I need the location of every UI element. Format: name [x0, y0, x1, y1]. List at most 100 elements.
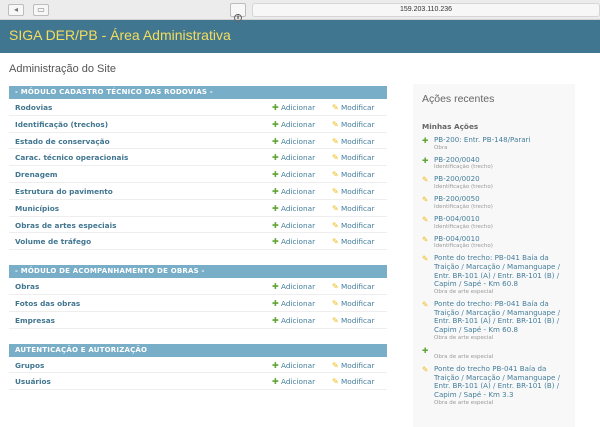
plus-icon: ✚	[272, 119, 279, 129]
model-link[interactable]: Drenagem	[15, 170, 58, 179]
add-link[interactable]: ✚ Adicionar	[272, 282, 315, 291]
model-link[interactable]: Usuários	[15, 377, 51, 386]
add-link[interactable]: ✚ Adicionar	[272, 137, 315, 146]
model-link[interactable]: Identificação (trechos)	[15, 120, 108, 129]
change-link[interactable]: ✎ Modificar	[332, 221, 375, 230]
site-header: SIGA DER/PB - Área Administrativa	[0, 20, 600, 53]
change-link[interactable]: ✎ Modificar	[332, 153, 375, 162]
recent-action-link[interactable]: Ponte do trecho PB-041 Baía da Traição /…	[434, 364, 566, 400]
app-list: - MÓDULO CADASTRO TÉCNICO DAS RODOVIAS -…	[9, 86, 387, 405]
recent-action-link[interactable]: PB-200/0040	[434, 155, 566, 165]
module-caption[interactable]: AUTENTICAÇÃO E AUTORIZAÇÃO	[9, 343, 387, 357]
recent-action-item: ✚ Obra de arte especial	[422, 346, 566, 361]
change-link[interactable]: ✎ Modificar	[332, 237, 375, 246]
pencil-icon: ✎	[422, 364, 429, 374]
model-link[interactable]: Carac. técnico operacionais	[15, 153, 128, 162]
site-title[interactable]: SIGA DER/PB - Área Administrativa	[9, 20, 600, 51]
recent-action-type: Identificação (trecho)	[434, 203, 493, 210]
model-row: Volume de tráfego ✚ Adicionar ✎ Modificar	[9, 233, 387, 251]
change-link[interactable]: ✎ Modificar	[332, 187, 375, 196]
change-link[interactable]: ✎ Modificar	[332, 316, 375, 325]
recent-action-link[interactable]: PB-200: Entr. PB-148/Parari	[434, 135, 566, 145]
recent-action-type: Identificação (trecho)	[434, 164, 493, 171]
change-link[interactable]: ✎ Modificar	[332, 377, 375, 386]
plus-icon: ✚	[272, 136, 279, 146]
recent-action-item: ✚ PB-200: Entr. PB-148/Parari Obra	[422, 135, 566, 152]
change-link[interactable]: ✎ Modificar	[332, 282, 375, 291]
model-row: Obras de artes especiais ✚ Adicionar ✎ Modif…	[9, 217, 387, 234]
plus-icon: ✚	[272, 360, 279, 370]
model-link[interactable]: Grupos	[15, 361, 44, 370]
add-link[interactable]: ✚ Adicionar	[272, 361, 315, 370]
model-row: Empresas ✚ Adicionar ✎ Modificar	[9, 312, 387, 329]
model-link[interactable]: Estado de conservação	[15, 137, 110, 146]
recent-action-type: Identificação (trecho)	[434, 243, 493, 250]
add-link[interactable]: ✚ Adicionar	[272, 377, 315, 386]
recent-action-type: Obra de arte especial	[434, 353, 494, 360]
address-bar[interactable]: 159.203.110.236	[252, 3, 600, 17]
pencil-icon: ✎	[332, 203, 339, 213]
pencil-icon: ✎	[332, 298, 339, 308]
model-link[interactable]: Obras de artes especiais	[15, 221, 116, 230]
recent-action-link[interactable]: Ponte do trecho: PB-041 Baía da Traição …	[434, 253, 566, 289]
add-link[interactable]: ✚ Adicionar	[272, 204, 315, 213]
recent-action-link[interactable]: PB-004/0010	[434, 234, 566, 244]
recent-action-link[interactable]: PB-200/0050	[434, 194, 566, 204]
plus-icon: ✚	[272, 203, 279, 213]
model-row: Estado de conservação ✚ Adicionar ✎ Modifica…	[9, 133, 387, 150]
pencil-icon: ✎	[422, 175, 429, 185]
pencil-icon: ✎	[332, 282, 339, 292]
model-link[interactable]: Municípios	[15, 204, 59, 213]
model-row: Usuários ✚ Adicionar ✎ Modificar	[9, 373, 387, 391]
recent-action-link[interactable]	[434, 346, 566, 354]
plus-icon: ✚	[272, 282, 279, 292]
pencil-icon: ✎	[332, 360, 339, 370]
model-link[interactable]: Estrutura do pavimento	[15, 187, 113, 196]
change-link[interactable]: ✎ Modificar	[332, 170, 375, 179]
add-link[interactable]: ✚ Adicionar	[272, 170, 315, 179]
pencil-icon: ✎	[422, 195, 429, 205]
add-link[interactable]: ✚ Adicionar	[272, 221, 315, 230]
add-link[interactable]: ✚ Adicionar	[272, 316, 315, 325]
add-link[interactable]: ✚ Adicionar	[272, 120, 315, 129]
add-link[interactable]: ✚ Adicionar	[272, 299, 315, 308]
model-link[interactable]: Rodovias	[15, 103, 52, 112]
add-link[interactable]: ✚ Adicionar	[272, 153, 315, 162]
change-link[interactable]: ✎ Modificar	[332, 204, 375, 213]
back-icon[interactable]: ◂	[8, 4, 24, 16]
change-link[interactable]: ✎ Modificar	[332, 361, 375, 370]
add-link[interactable]: ✚ Adicionar	[272, 237, 315, 246]
pencil-icon: ✎	[422, 300, 429, 310]
model-link[interactable]: Empresas	[15, 316, 55, 325]
change-link[interactable]: ✎ Modificar	[332, 299, 375, 308]
module-caption[interactable]: - MÓDULO CADASTRO TÉCNICO DAS RODOVIAS -	[9, 86, 387, 99]
plus-icon: ✚	[422, 345, 429, 355]
model-link[interactable]: Obras	[15, 282, 39, 291]
recent-action-item: ✎ Ponte do trecho: PB-041 Baía da Traição…	[422, 253, 566, 296]
plus-icon: ✚	[272, 220, 279, 230]
model-link[interactable]: Fotos das obras	[15, 299, 80, 308]
recent-action-link[interactable]: PB-004/0010	[434, 214, 566, 224]
module-caption[interactable]: - MÓDULO DE ACOMPANHAMENTO DE OBRAS -	[9, 265, 387, 279]
recent-action-type: Obra de arte especial	[434, 289, 494, 296]
recent-actions-list: ✚ PB-200: Entr. PB-148/Parari Obra ✚ PB-200/…	[422, 135, 566, 407]
add-link[interactable]: ✚ Adicionar	[272, 103, 315, 112]
model-row: Estrutura do pavimento ✚ Adicionar ✎ Modific…	[9, 183, 387, 200]
change-link[interactable]: ✎ Modificar	[332, 120, 375, 129]
add-link[interactable]: ✚ Adicionar	[272, 187, 315, 196]
change-link[interactable]: ✎ Modificar	[332, 103, 375, 112]
recent-action-link[interactable]: Ponte do trecho: PB-041 Baía da Traição …	[434, 299, 566, 335]
model-link[interactable]: Volume de tráfego	[15, 237, 91, 246]
plus-icon: ✚	[272, 237, 279, 247]
pencil-icon: ✎	[332, 377, 339, 387]
sidebar-toggle-icon[interactable]: ▭	[33, 4, 49, 16]
recent-action-link[interactable]: PB-200/0020	[434, 175, 566, 184]
pencil-icon: ✎	[332, 237, 339, 247]
recent-action-item: ✚ PB-200/0040 Identificação (trecho)	[422, 155, 566, 172]
recent-action-type: Identificação (trecho)	[434, 223, 493, 230]
change-link[interactable]: ✎ Modificar	[332, 137, 375, 146]
model-row: Drenagem ✚ Adicionar ✎ Modificar	[9, 166, 387, 183]
model-row: Fotos das obras ✚ Adicionar ✎ Modificar	[9, 295, 387, 312]
plus-icon: ✚	[272, 298, 279, 308]
info-icon[interactable]: i	[230, 3, 246, 22]
